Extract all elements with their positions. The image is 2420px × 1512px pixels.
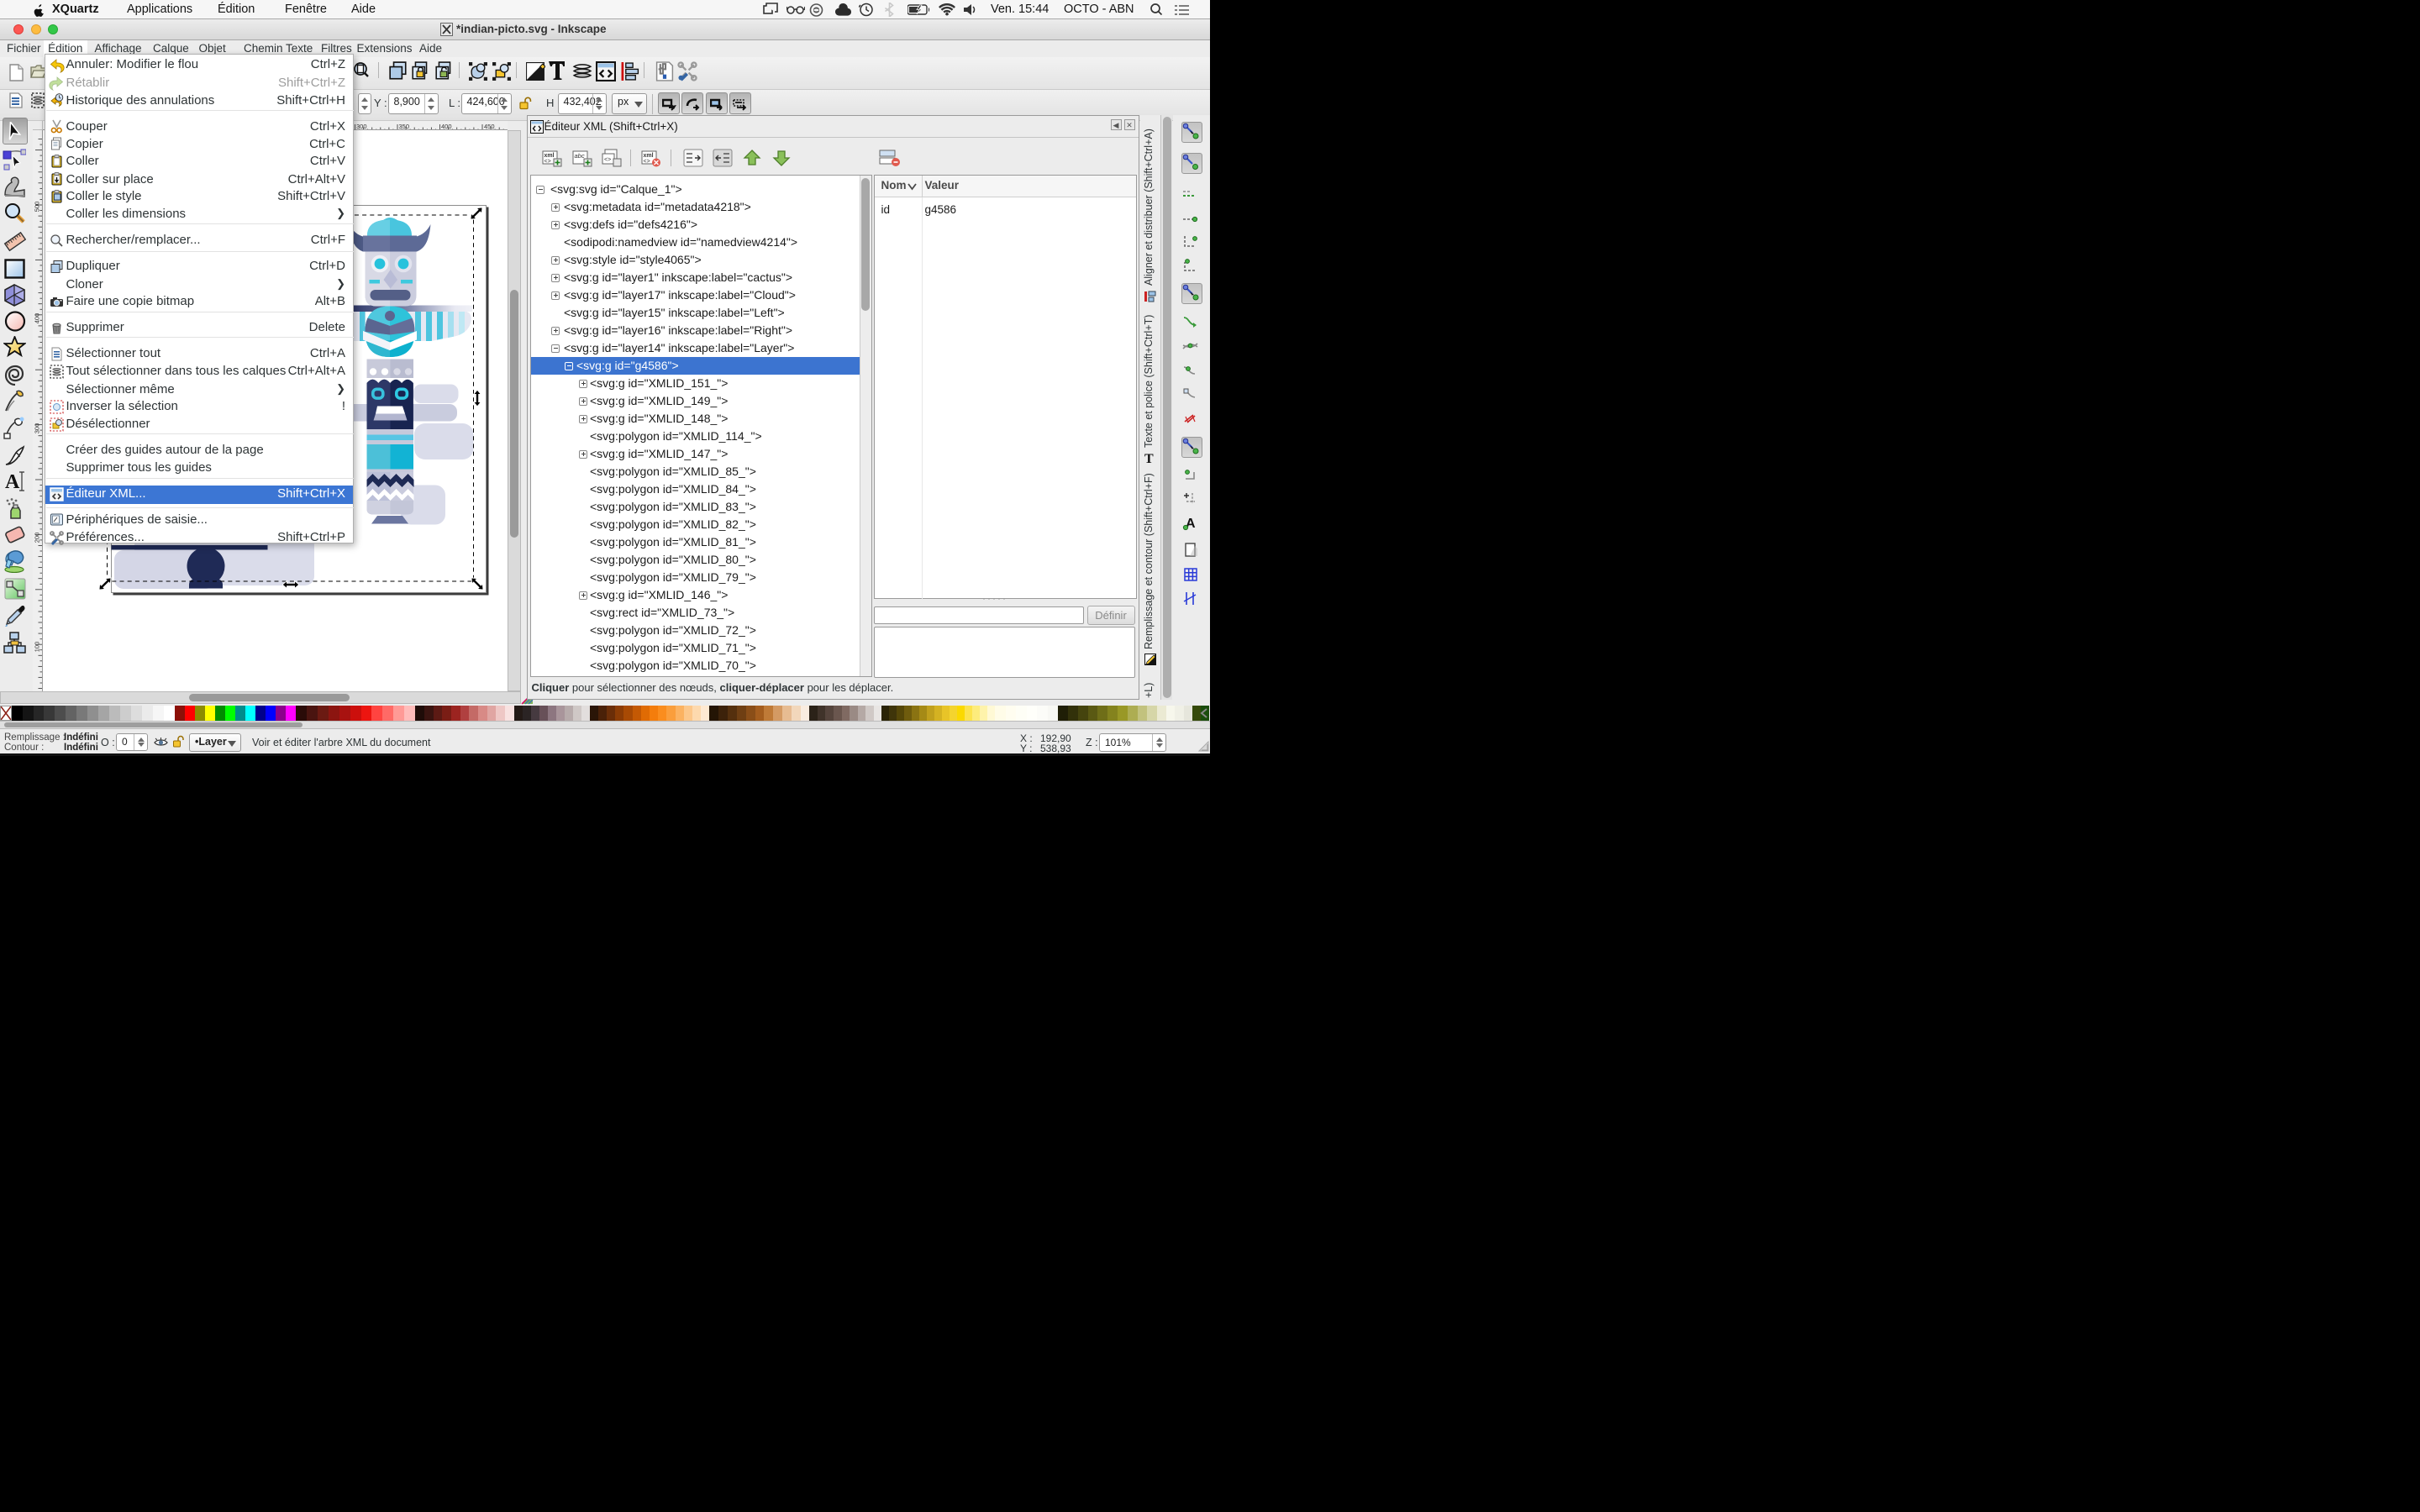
svg-text:300: 300	[34, 423, 41, 434]
svg-text:500: 500	[34, 202, 41, 213]
svg-text:350: 350	[399, 123, 410, 130]
svg-text:400: 400	[441, 123, 452, 130]
svg-text:<>: <>	[643, 159, 650, 165]
svg-text:<>: <>	[544, 159, 550, 165]
svg-text:400: 400	[34, 313, 41, 324]
svg-text:450: 450	[484, 123, 495, 130]
svg-text:xml: xml	[643, 153, 653, 159]
svg-text:T: T	[1144, 452, 1154, 465]
svg-text:300: 300	[356, 123, 367, 130]
svg-text:100: 100	[34, 642, 41, 653]
svg-text:A: A	[5, 471, 20, 493]
svg-text:200: 200	[34, 533, 41, 543]
svg-text:xml: xml	[544, 153, 554, 159]
svg-text:abc: abc	[574, 152, 584, 160]
svg-text:<>: <>	[604, 157, 611, 163]
